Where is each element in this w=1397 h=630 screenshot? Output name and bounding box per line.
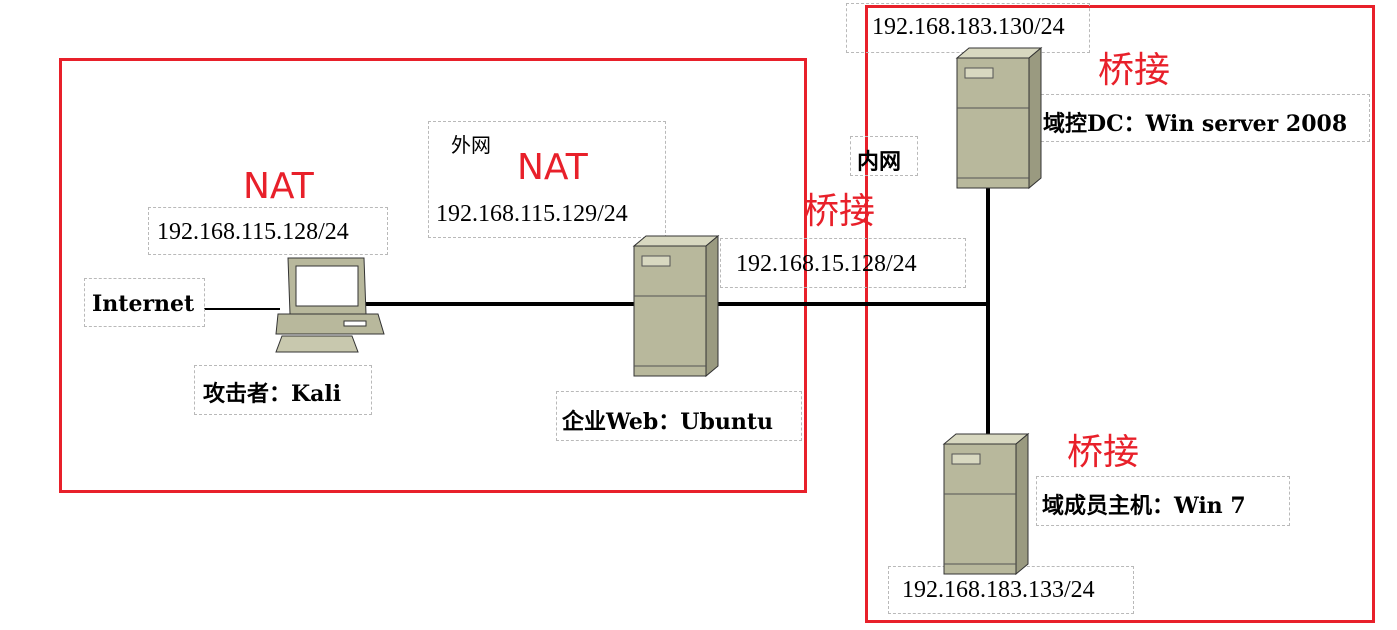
nat-label: NAT <box>517 147 588 188</box>
internet-label: Internet <box>92 291 195 317</box>
bridge-label: 桥接 <box>1067 432 1140 473</box>
inner-net-label: 内网 <box>857 149 902 175</box>
kali-web-link <box>365 302 635 306</box>
attacker-label: 攻击者：Kali <box>203 381 342 407</box>
nat-label: NAT <box>243 166 314 207</box>
dc-ip: 192.168.183.130/24 <box>872 14 1065 40</box>
server-tower-icon <box>955 46 1043 190</box>
server-tower-icon <box>632 234 720 378</box>
desktop-computer-icon <box>275 257 385 353</box>
bridge-label: 桥接 <box>1098 50 1171 91</box>
member-label: 域成员主机：Win 7 <box>1042 493 1246 519</box>
kali-ip: 192.168.115.128/24 <box>157 219 349 245</box>
bridge-label: 桥接 <box>803 191 876 232</box>
web-outer-ip: 192.168.115.129/24 <box>436 201 628 227</box>
server-tower-icon <box>942 432 1030 576</box>
web-server-label: 企业Web：Ubuntu <box>562 409 774 435</box>
dc-switch-link <box>986 188 990 438</box>
web-inner-ip: 192.168.15.128/24 <box>736 251 917 277</box>
dc-label: 域控DC：Win server 2008 <box>1043 111 1348 137</box>
member-ip: 192.168.183.133/24 <box>902 577 1095 603</box>
web-switch-link <box>718 302 990 306</box>
outer-net-label: 外网 <box>451 133 491 157</box>
internet-link <box>204 308 280 310</box>
